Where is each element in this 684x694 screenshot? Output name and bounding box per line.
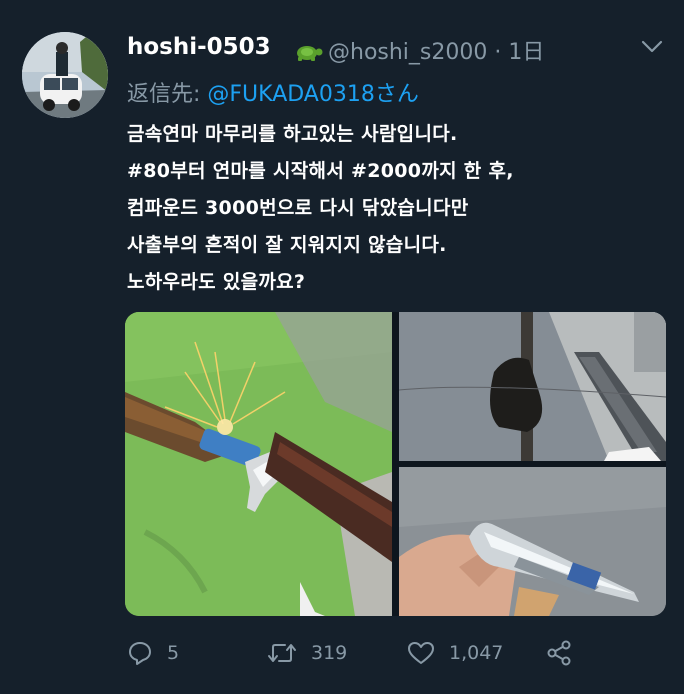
- tweet-text-line: 컴파운드 3000번으로 다시 닦았습니다만: [127, 197, 469, 219]
- retweet-icon: [267, 640, 297, 666]
- photo-hand-holding-blade[interactable]: [399, 312, 666, 461]
- reply-button[interactable]: 5: [127, 636, 179, 670]
- reply-icon: [127, 640, 153, 666]
- share-button[interactable]: [545, 636, 573, 670]
- photo-polished-blade[interactable]: [399, 467, 666, 616]
- tweet-text: 금속연마 마무리를 하고있는 사람입니다. #80부터 연마를 시작해서 #20…: [127, 116, 647, 301]
- tweet-text-line: 노하우라도 있을까요?: [127, 271, 306, 293]
- tweet-header: hoshi-0503 @hoshi_s2000 · 1日: [127, 32, 664, 72]
- avatar[interactable]: [22, 32, 108, 118]
- share-icon: [545, 639, 573, 667]
- retweet-count: 319: [311, 642, 348, 664]
- tweet-text-line: #80부터 연마를 시작해서 #2000까지 한 후,: [127, 160, 514, 182]
- reply-count: 5: [167, 642, 180, 664]
- media-grid: [125, 312, 666, 616]
- reply-context: 返信先: @FUKADA0318さん: [127, 76, 419, 108]
- like-button[interactable]: 1,047: [407, 636, 503, 670]
- reply-mention-link[interactable]: @FUKADA0318さん: [207, 82, 418, 107]
- reply-prefix: 返信先:: [127, 82, 208, 107]
- tweet-text-line: 사출부의 흔적이 잘 지워지지 않습니다.: [127, 234, 447, 256]
- retweet-button[interactable]: 319: [267, 636, 347, 670]
- chevron-down-icon[interactable]: [640, 38, 664, 56]
- turtle-icon: [293, 40, 323, 62]
- photo-grinding[interactable]: [125, 312, 392, 616]
- tweet-actions: 5 319 1,047: [127, 636, 587, 670]
- handle-and-timestamp[interactable]: @hoshi_s2000 · 1日: [328, 34, 544, 66]
- like-count: 1,047: [449, 642, 504, 664]
- display-name[interactable]: hoshi-0503: [127, 34, 271, 60]
- heart-icon: [407, 640, 435, 666]
- tweet-text-line: 금속연마 마무리를 하고있는 사람입니다.: [127, 123, 458, 145]
